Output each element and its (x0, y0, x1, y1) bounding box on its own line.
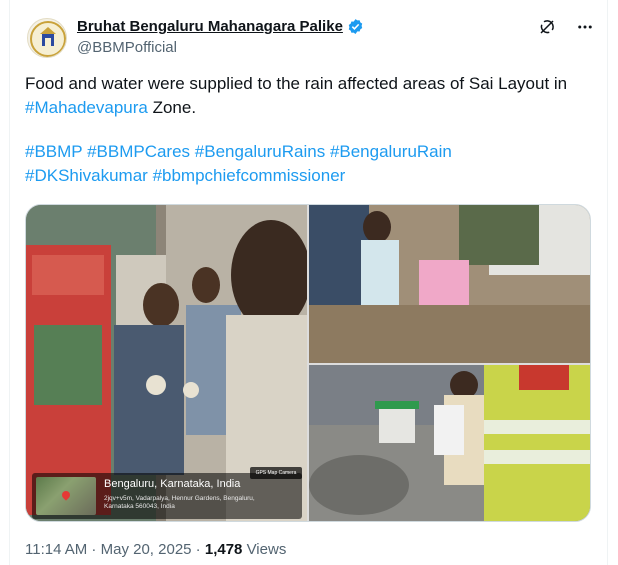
mini-map (36, 477, 96, 515)
more-options-icon[interactable] (574, 16, 596, 38)
grok-icon[interactable] (536, 16, 558, 38)
tweet-time[interactable]: 11:14 AM (25, 541, 87, 558)
photo-food-distribution[interactable]: GPS Map Camera Bengaluru, Karnataka, Ind… (26, 205, 307, 521)
hashtag-link[interactable]: #BengaluruRain (330, 142, 452, 161)
meta-separator: · (87, 541, 101, 558)
avatar[interactable] (27, 18, 67, 58)
gps-camera-badge: GPS Map Camera (250, 467, 302, 479)
account-handle[interactable]: @BBMPofficial (77, 39, 177, 56)
hashtag-link[interactable]: #DKShivakumar (25, 166, 148, 185)
meta-separator: · (191, 541, 205, 558)
map-pin-icon (60, 489, 72, 501)
geotag-city: Bengaluru, Karnataka, India (104, 478, 241, 490)
geotag-address: 2jqv+v5m, Vadarpalya, Hennur Gardens, Be… (104, 495, 255, 510)
views-label: Views (242, 541, 287, 558)
tweet-body-end: Zone. (147, 98, 197, 117)
bbmp-logo (30, 21, 66, 57)
views-count: 1,478 (204, 541, 243, 558)
photo-water-bucket[interactable] (309, 365, 590, 521)
media-grid: GPS Map Camera Bengaluru, Karnataka, Ind… (25, 204, 591, 522)
geotag-overlay: GPS Map Camera Bengaluru, Karnataka, Ind… (32, 467, 302, 519)
tweet-text: Food and water were supplied to the rain… (25, 72, 595, 188)
tweet-body: Food and water were supplied to the rain… (25, 74, 568, 93)
photo-flooded-street[interactable] (309, 205, 590, 363)
hashtag-link[interactable]: #Mahadevapura (25, 98, 148, 117)
hashtag-link[interactable]: #BBMPCares (87, 142, 190, 161)
tweet-date[interactable]: May 20, 2025 (101, 541, 192, 558)
verified-badge-icon (348, 19, 363, 34)
hashtag-link[interactable]: #BBMP (25, 142, 82, 161)
account-display-name[interactable]: Bruhat Bengaluru Mahanagara Palike (77, 18, 343, 35)
hashtag-link[interactable]: #BengaluruRains (195, 142, 325, 161)
hashtag-link[interactable]: #bbmpchiefcommissioner (153, 166, 346, 185)
tweet-meta: 11:14 AM · May 20, 2025 · 1,478 Views (25, 541, 286, 558)
